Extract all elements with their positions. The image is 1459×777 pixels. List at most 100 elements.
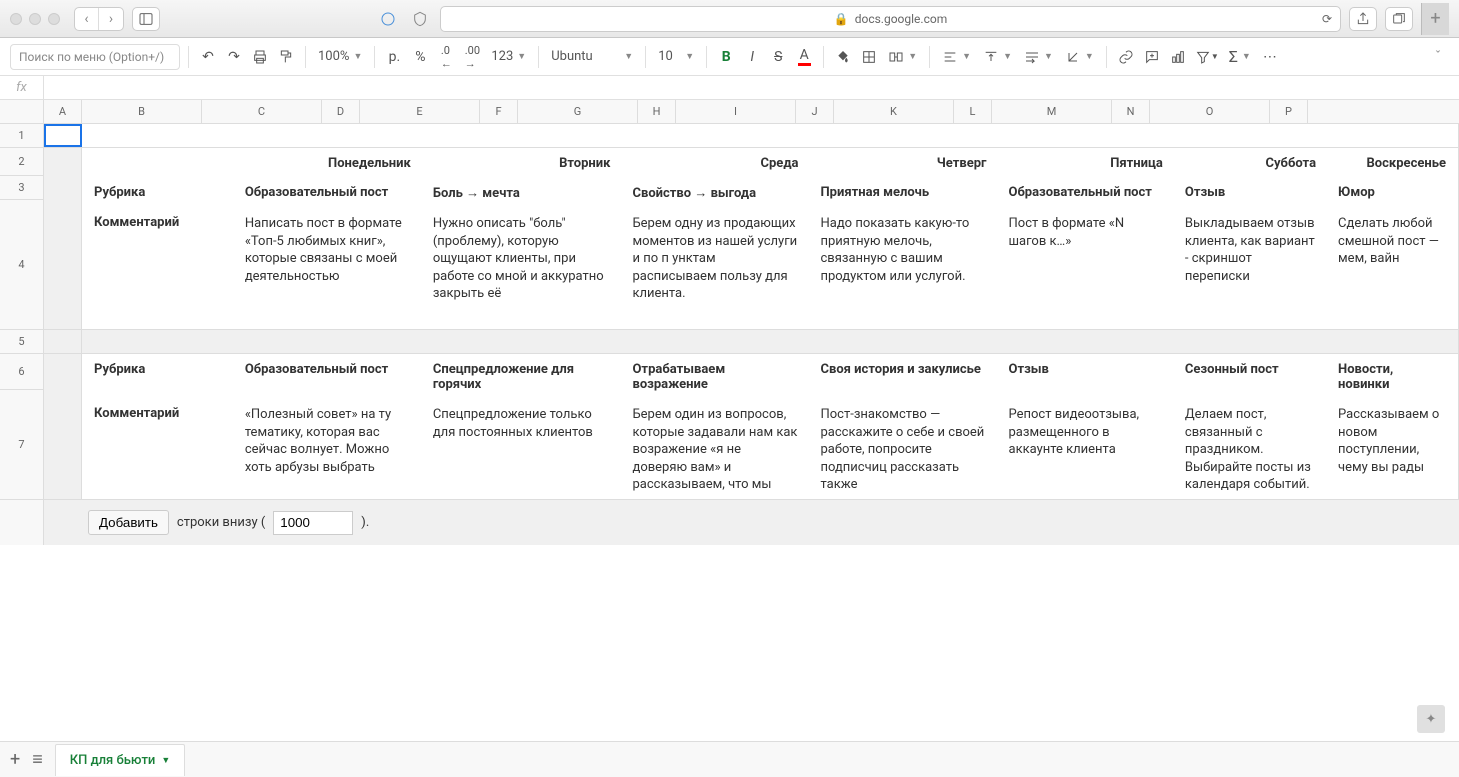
col-header-A[interactable]: A: [44, 100, 82, 123]
comment-cell[interactable]: Написать пост в формате «Топ-5 любимых к…: [235, 209, 421, 309]
row-header-4[interactable]: 4: [0, 200, 43, 330]
zoom-select[interactable]: 100%▼: [314, 44, 366, 70]
row-header-1[interactable]: 1: [0, 124, 43, 148]
add-sheet-button[interactable]: +: [10, 749, 20, 770]
comment-cell[interactable]: «Полезный совет» на ту тематику, которая…: [235, 400, 421, 499]
cell[interactable]: [82, 124, 1459, 147]
comment-cell[interactable]: Нужно описать "боль" (проблему), которую…: [423, 209, 621, 309]
new-tab-button[interactable]: +: [1421, 3, 1449, 35]
comment-cell[interactable]: Делаем пост, связанный с праздником. Выб…: [1175, 400, 1326, 499]
strike-button[interactable]: S: [767, 44, 789, 70]
rubric-cell[interactable]: Отрабатываем возражение: [622, 356, 808, 398]
maximize-window[interactable]: [48, 13, 60, 25]
sheet-tab-active[interactable]: КП для бьюти ▼: [55, 744, 186, 776]
font-select[interactable]: Ubuntu▼: [547, 44, 637, 70]
comment-cell[interactable]: Берем один из вопросов, которые задавали…: [622, 400, 808, 499]
close-window[interactable]: [10, 13, 22, 25]
chart-button[interactable]: [1167, 44, 1189, 70]
rubric-cell[interactable]: Боль → мечта: [423, 179, 621, 207]
rubric-cell[interactable]: Спецпредложение для горячих: [423, 356, 621, 398]
col-header-O[interactable]: O: [1150, 100, 1270, 123]
rubric-cell[interactable]: Приятная мелочь: [810, 179, 996, 207]
fill-color-button[interactable]: [832, 44, 854, 70]
col-header-J[interactable]: J: [796, 100, 834, 123]
filter-button[interactable]: ▼: [1193, 44, 1221, 70]
minimize-window[interactable]: [29, 13, 41, 25]
col-header-P[interactable]: P: [1270, 100, 1308, 123]
comment-cell[interactable]: Репост видеоотзыва, размещенного в аккау…: [999, 400, 1173, 499]
halign-button[interactable]: ▼: [938, 44, 975, 70]
privacy-icon[interactable]: [376, 8, 400, 30]
bold-button[interactable]: B: [715, 44, 737, 70]
col-header-L[interactable]: L: [954, 100, 992, 123]
spreadsheet-grid[interactable]: ABCDEFGHIJKLMNOP 1234567 ПонедельникВтор…: [0, 100, 1459, 741]
print-button[interactable]: [249, 44, 271, 70]
currency-button[interactable]: р.: [383, 44, 405, 70]
address-bar[interactable]: 🔒 docs.google.com ⟳: [440, 6, 1341, 32]
col-header-C[interactable]: C: [202, 100, 322, 123]
rubric-cell[interactable]: Новости, новинки: [1328, 356, 1456, 398]
number-format-select[interactable]: 123▼: [487, 44, 530, 70]
col-header-B[interactable]: B: [82, 100, 202, 123]
formula-input[interactable]: [44, 76, 1459, 99]
comment-cell[interactable]: Сделать любой смешной пост — мем, вайн: [1328, 209, 1456, 309]
rubric-cell[interactable]: Образовательный пост: [235, 356, 421, 398]
tabs-button[interactable]: [1385, 7, 1413, 31]
col-header-D[interactable]: D: [322, 100, 360, 123]
explore-button[interactable]: ✦: [1417, 705, 1445, 733]
row-header-2[interactable]: 2: [0, 148, 43, 176]
sheet-tab-menu[interactable]: ▼: [161, 755, 170, 766]
row-header-3[interactable]: 3: [0, 176, 43, 200]
italic-button[interactable]: I: [741, 44, 763, 70]
select-all-corner[interactable]: [0, 100, 44, 123]
rubric-cell[interactable]: Отзыв: [999, 356, 1173, 398]
font-size-select[interactable]: 10▼: [654, 44, 698, 70]
collapse-panel-button[interactable]: ˇ: [1427, 44, 1449, 70]
rubric-cell[interactable]: Образовательный пост: [235, 179, 421, 207]
comment-cell[interactable]: Пост в формате «N шагов к…»: [999, 209, 1173, 309]
undo-button[interactable]: ↶: [197, 44, 219, 70]
add-rows-input[interactable]: [273, 511, 353, 535]
shield-icon[interactable]: [408, 8, 432, 30]
cell-A1[interactable]: [44, 124, 82, 147]
paint-format-button[interactable]: [275, 44, 297, 70]
wrap-button[interactable]: ▼: [1020, 44, 1057, 70]
back-button[interactable]: ‹: [75, 8, 99, 30]
comment-cell[interactable]: Спецпредложение только для постоянных кл…: [423, 400, 621, 499]
rotate-button[interactable]: ▼: [1061, 44, 1098, 70]
row-header-6[interactable]: 6: [0, 354, 43, 390]
row-header-7[interactable]: 7: [0, 390, 43, 500]
rubric-cell[interactable]: Свойство → выгода: [622, 179, 808, 207]
valign-button[interactable]: ▼: [979, 44, 1016, 70]
col-header-K[interactable]: K: [834, 100, 954, 123]
sidebar-toggle[interactable]: [132, 7, 160, 31]
merge-button[interactable]: ▼: [884, 44, 921, 70]
percent-button[interactable]: %: [409, 44, 431, 70]
comment-cell[interactable]: Надо показать какую-то приятную мелочь, …: [810, 209, 996, 309]
col-header-F[interactable]: F: [480, 100, 518, 123]
decrease-decimal-button[interactable]: .0←: [435, 44, 457, 70]
link-button[interactable]: [1115, 44, 1137, 70]
share-button[interactable]: [1349, 7, 1377, 31]
text-color-button[interactable]: A: [793, 44, 815, 70]
comment-cell[interactable]: Пост-знакомство — расскажите о себе и св…: [810, 400, 996, 499]
col-header-I[interactable]: I: [676, 100, 796, 123]
add-rows-button[interactable]: Добавить: [88, 510, 169, 535]
menu-search[interactable]: Поиск по меню (Option+/): [10, 44, 180, 70]
all-sheets-button[interactable]: ≡: [32, 749, 43, 770]
row-header-5[interactable]: 5: [0, 330, 43, 354]
rubric-cell[interactable]: Образовательный пост: [999, 179, 1173, 207]
functions-button[interactable]: Σ▼: [1225, 44, 1255, 70]
rubric-cell[interactable]: Сезонный пост: [1175, 356, 1326, 398]
col-header-E[interactable]: E: [360, 100, 480, 123]
more-button[interactable]: ⋯: [1259, 44, 1281, 70]
comment-cell[interactable]: Рассказываем о новом поступлении, чему в…: [1328, 400, 1456, 499]
col-header-G[interactable]: G: [518, 100, 638, 123]
cells-area[interactable]: ПонедельникВторникСредаЧетвергПятницаСуб…: [44, 124, 1459, 545]
reload-icon[interactable]: ⟳: [1322, 12, 1332, 26]
col-header-N[interactable]: N: [1112, 100, 1150, 123]
redo-button[interactable]: ↷: [223, 44, 245, 70]
rubric-cell[interactable]: Отзыв: [1175, 179, 1326, 207]
borders-button[interactable]: [858, 44, 880, 70]
increase-decimal-button[interactable]: .00→: [461, 44, 483, 70]
